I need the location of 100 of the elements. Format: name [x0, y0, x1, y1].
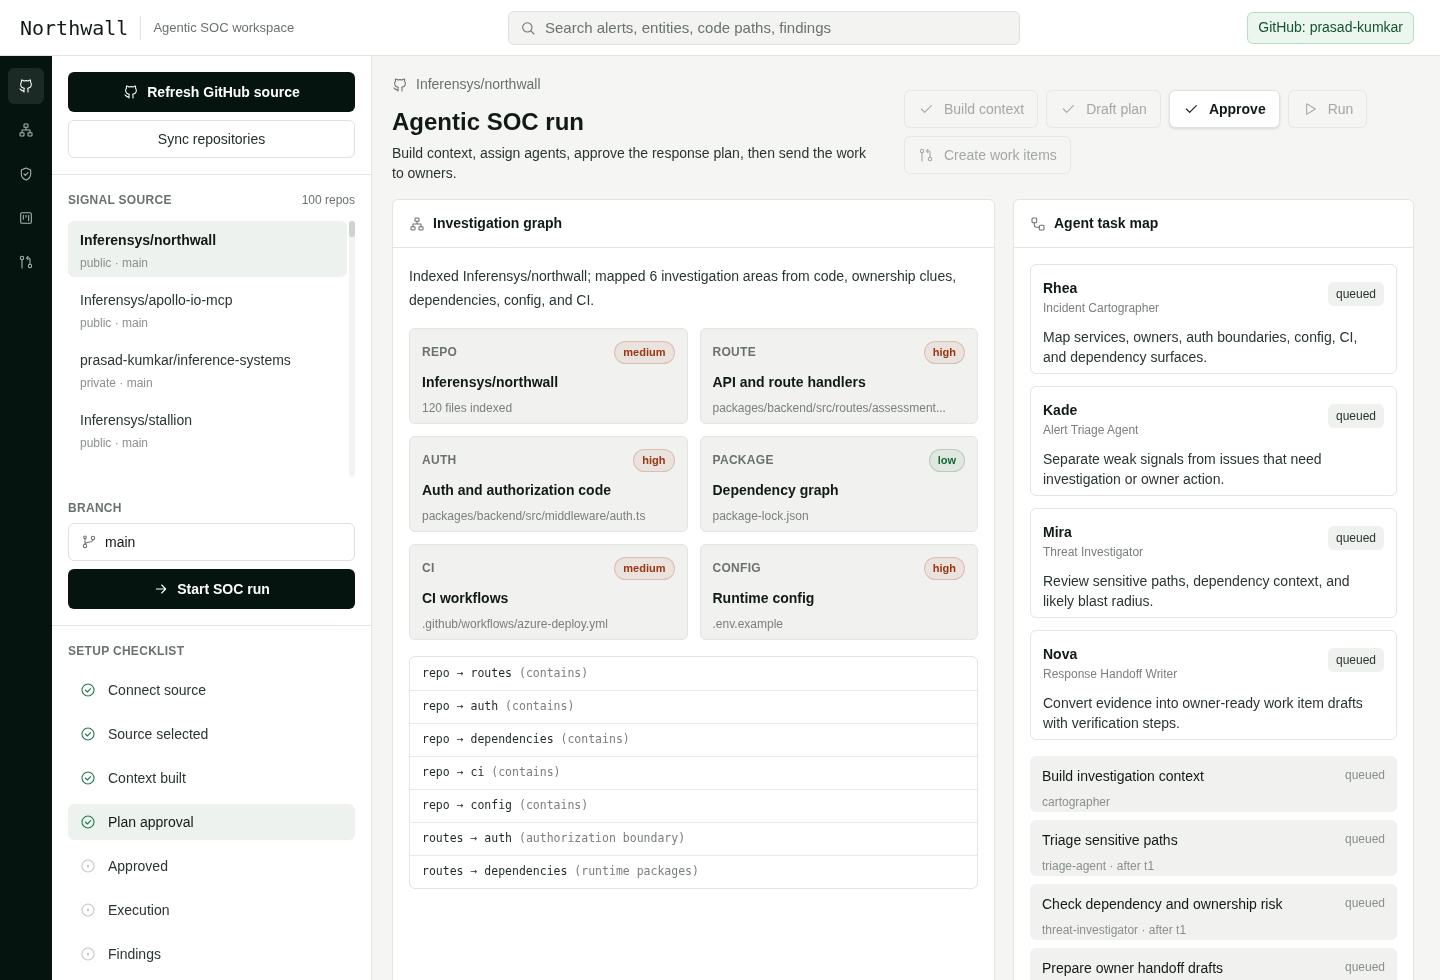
checklist-item[interactable]: Execution: [68, 892, 355, 928]
area-card[interactable]: ROUTE high API and route handlers packages/backend/src/routes/assessment...: [699, 328, 978, 424]
task-meta: cartographer: [1042, 794, 1111, 811]
github-icon: [123, 84, 140, 100]
edge-row: repo → ci (contains): [422, 764, 561, 782]
area-type: PACKAGE: [712, 452, 774, 470]
page-title: Agentic SOC run: [392, 107, 584, 137]
pull-request-icon: [918, 147, 934, 163]
agent-role: Alert Triage Agent: [1043, 422, 1139, 439]
section-label: BRANCH: [68, 500, 122, 517]
repo-meta: public · main: [80, 435, 150, 452]
agent-task: Review sensitive paths, dependency context, and likely blast radius.: [1043, 572, 1351, 611]
edge-row: routes → auth (authorization boundary): [422, 830, 686, 848]
hierarchy-icon: [409, 215, 425, 232]
repo-item[interactable]: Inferensys/apollo-io-mcp public · main: [68, 281, 347, 337]
task-title: Prepare owner handoff drafts: [1042, 959, 1224, 978]
area-card[interactable]: CONFIG high Runtime config .env.example: [699, 544, 978, 640]
checklist-item[interactable]: Source selected: [68, 716, 355, 752]
page-description: Build context, assign agents, approve the response plan, then send the work to owners.: [392, 144, 867, 183]
area-title: Runtime config: [712, 588, 815, 608]
area-type: ROUTE: [712, 344, 756, 362]
task-title: Triage sensitive paths: [1042, 831, 1178, 850]
severity-tag: low: [928, 449, 965, 472]
area-title: CI workflows: [422, 588, 509, 608]
area-card[interactable]: REPO medium Inferensys/northwall 120 files indexed: [409, 328, 688, 424]
branch-field[interactable]: main: [68, 523, 355, 561]
checklist-item[interactable]: Plan approval: [68, 804, 355, 840]
agent-card[interactable]: Kade Alert Triage Agent queued Separate weak signals from issues that need investigation or owner action.: [1030, 386, 1397, 496]
repo-name: Inferensys/stallion: [80, 411, 194, 430]
area-path: packages/backend/src/middleware/auth.ts: [422, 507, 646, 525]
task-title: Check dependency and ownership risk: [1042, 895, 1283, 914]
area-path: packages/backend/src/routes/assessment...: [712, 399, 946, 417]
workflow-button[interactable]: Approve: [1168, 90, 1280, 128]
agent-card[interactable]: Rhea Incident Cartographer queued Map services, owners, auth boundaries, config, CI, and dependency surfaces.: [1030, 264, 1397, 374]
sync-repositories-button[interactable]: Sync repositories: [68, 120, 355, 158]
graph-summary: Indexed Inferensys/northwall; mapped 6 investigation areas from code, ownership clues, dependencies, config, and CI.: [409, 267, 958, 310]
workspace-subtitle: Agentic SOC workspace: [153, 18, 295, 37]
area-type: AUTH: [422, 452, 457, 470]
agent-task: Map services, owners, auth boundaries, config, CI, and dependency surfaces.: [1043, 328, 1359, 367]
repo-item[interactable]: Inferensys/stallion public · main: [68, 401, 347, 457]
area-path: .github/workflows/azure-deploy.yml: [422, 615, 608, 633]
search-field[interactable]: Search alerts, entities, code paths, findings: [508, 10, 1020, 45]
task-item[interactable]: Prepare owner handoff drafts queued: [1030, 948, 1397, 980]
task-item[interactable]: Triage sensitive paths queued triage-agent · after t1: [1030, 820, 1397, 876]
repo-name: Inferensys/apollo-io-mcp: [80, 291, 234, 310]
area-title: Auth and authorization code: [422, 480, 611, 500]
repo-name: prasad-kumkar/inference-systems: [80, 351, 292, 370]
section-label: SETUP CHECKLIST: [68, 643, 185, 660]
github-icon[interactable]: [8, 68, 44, 104]
refresh-source-button[interactable]: Refresh GitHub source: [68, 72, 355, 112]
status-tag: queued: [1327, 526, 1384, 550]
agent-name: Kade: [1043, 401, 1078, 420]
area-title: API and route handlers: [712, 372, 866, 392]
checklist-item[interactable]: Approved: [68, 848, 355, 884]
app-logo[interactable]: Northwall: [20, 12, 129, 43]
repo-name: Inferensys/northwall: [80, 231, 218, 250]
area-type: REPO: [422, 344, 458, 362]
task-meta: triage-agent · after t1: [1042, 858, 1155, 875]
task-meta: threat-investigator · after t1: [1042, 922, 1187, 939]
agent-card[interactable]: Nova Response Handoff Writer queued Convert evidence into owner-ready work item drafts with verification steps.: [1030, 630, 1397, 740]
area-path: .env.example: [712, 615, 783, 633]
checklist-item[interactable]: Context built: [68, 760, 355, 796]
agent-card[interactable]: Mira Threat Investigator queued Review sensitive paths, dependency context, and likely blast radius.: [1030, 508, 1397, 618]
task-item[interactable]: Build investigation context queued cartographer: [1030, 756, 1397, 812]
severity-tag: medium: [614, 557, 675, 580]
status-tag: queued: [1327, 404, 1384, 428]
agent-role: Threat Investigator: [1043, 544, 1144, 561]
repo-item[interactable]: prasad-kumkar/inference-systems private · main: [68, 341, 347, 397]
repo-item[interactable]: Inferensys/northwall public · main: [68, 221, 347, 277]
search-icon: [520, 19, 536, 36]
area-path: package-lock.json: [712, 507, 809, 525]
task-status: queued: [1344, 895, 1385, 912]
task-title: Build investigation context: [1042, 767, 1204, 786]
repo-meta: private · main: [80, 375, 154, 392]
repo-meta: public · main: [80, 315, 150, 332]
start-run-button[interactable]: Start SOC run: [68, 569, 355, 609]
edge-row: repo → dependencies (contains): [422, 731, 630, 749]
area-type: CONFIG: [712, 560, 761, 578]
area-title: Dependency graph: [712, 480, 839, 500]
severity-tag: high: [923, 557, 965, 580]
area-card[interactable]: CI medium CI workflows .github/workflows/azure-deploy.yml: [409, 544, 688, 640]
task-item[interactable]: Check dependency and ownership risk queued threat-investigator · after t1: [1030, 884, 1397, 940]
breadcrumb[interactable]: Inferensys/northwall: [416, 74, 541, 95]
github-icon: [392, 76, 408, 93]
account-button[interactable]: GitHub: prasad-kumkar: [1247, 11, 1414, 44]
checklist-item[interactable]: Connect source: [68, 672, 355, 708]
agent-name: Nova: [1043, 645, 1078, 664]
edge-row: routes → dependencies (runtime packages): [422, 863, 699, 881]
agent-task: Separate weak signals from issues that need investigation or owner action.: [1043, 450, 1323, 489]
area-type: CI: [422, 560, 435, 578]
area-card[interactable]: PACKAGE low Dependency graph package-lock.json: [699, 436, 978, 532]
status-tag: queued: [1327, 648, 1384, 672]
section-label: SIGNAL SOURCE: [68, 192, 172, 209]
agent-name: Mira: [1043, 523, 1072, 542]
area-card[interactable]: AUTH high Auth and authorization code packages/backend/src/middleware/auth.ts: [409, 436, 688, 532]
scrollbar[interactable]: [349, 221, 355, 477]
task-status: queued: [1344, 959, 1385, 976]
checklist-item[interactable]: Findings: [68, 936, 355, 972]
severity-tag: medium: [614, 341, 675, 364]
panel-title: Agent task map: [1054, 214, 1159, 233]
